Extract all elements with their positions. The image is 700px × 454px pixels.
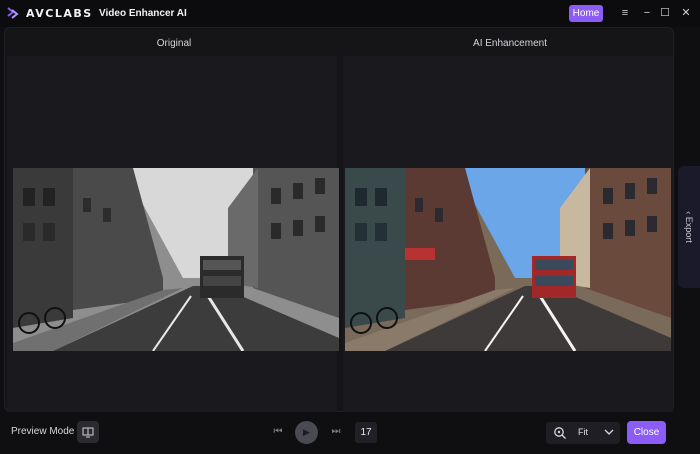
minimize-icon[interactable]: − xyxy=(639,5,655,21)
enhanced-frame-image xyxy=(345,168,671,351)
bottom-toolbar: Preview Mode ⏮ ▶ ⏭ 17 Fit Close xyxy=(0,412,700,454)
zoom-fit-select[interactable]: Fit xyxy=(546,422,620,444)
original-frame-image xyxy=(13,168,339,351)
original-pane xyxy=(7,56,339,412)
close-window-icon[interactable]: ✕ xyxy=(678,5,694,21)
avclabs-logo-icon xyxy=(7,7,19,19)
split-view-icon xyxy=(82,427,94,438)
close-button[interactable]: Close xyxy=(627,421,666,444)
preview-mode-button[interactable] xyxy=(77,421,99,443)
fit-label: Fit xyxy=(578,427,588,437)
chevron-down-icon xyxy=(604,429,614,435)
ai-enhancement-label: AI Enhancement xyxy=(473,38,547,49)
play-button[interactable]: ▶ xyxy=(295,421,318,444)
menu-icon[interactable]: ≡ xyxy=(617,5,633,21)
play-icon: ▶ xyxy=(303,427,310,437)
comparison-panel: Original AI Enhancement xyxy=(4,27,674,412)
original-label: Original xyxy=(156,38,192,49)
title-bar: AVCLABS Video Enhancer AI Home ≡ − ☐ ✕ xyxy=(0,0,700,27)
home-button[interactable]: Home xyxy=(569,5,603,22)
next-frame-icon[interactable]: ⏭ xyxy=(328,424,344,440)
export-text: Export xyxy=(684,216,694,243)
frame-number[interactable]: 17 xyxy=(355,422,377,443)
brand-name: AVCLABS xyxy=(26,7,93,20)
export-label: ‹ Export xyxy=(684,211,694,243)
export-tab[interactable]: ‹ Export xyxy=(678,166,700,288)
app-title: Video Enhancer AI xyxy=(99,8,187,19)
maximize-icon[interactable]: ☐ xyxy=(657,5,673,21)
zoom-icon xyxy=(554,427,566,439)
export-arrow-icon: ‹ xyxy=(684,211,694,215)
preview-mode-label: Preview Mode xyxy=(11,426,75,437)
previous-frame-icon[interactable]: ⏮ xyxy=(270,424,286,440)
ai-enhancement-pane xyxy=(343,56,673,412)
